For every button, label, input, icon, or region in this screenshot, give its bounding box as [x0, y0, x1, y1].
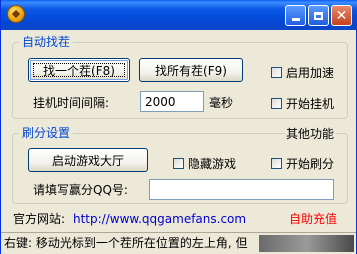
website-link[interactable]: http://www.qqgamefans.com [73, 212, 246, 226]
minimize-icon [291, 18, 300, 21]
start-autoplay-checkbox[interactable]: 开始挂机 [271, 95, 334, 112]
interval-unit: 毫秒 [209, 96, 234, 110]
hide-game-label: 隐藏游戏 [188, 157, 237, 171]
close-button[interactable]: ✕ [331, 5, 352, 26]
title-bar[interactable]: ✕ [1, 0, 357, 30]
find-all-button-label: 找所有茬(F9) [155, 63, 227, 78]
maximize-icon [314, 11, 323, 20]
interval-input[interactable] [140, 91, 204, 112]
find-one-button[interactable]: 找一个茬(F8) [28, 58, 130, 82]
qq-label: 请填写赢分QQ号: [33, 183, 128, 197]
score-settings-legend: 刷分设置 [22, 126, 71, 140]
start-scoring-checkbox[interactable]: 开始刷分 [271, 155, 334, 172]
recharge-link[interactable]: 自助充值 [289, 212, 337, 226]
auto-find-legend: 自动找茬 [22, 35, 71, 49]
hide-game-checkbox[interactable]: 隐藏游戏 [173, 155, 236, 172]
website-label: 官方网站: [13, 212, 66, 226]
app-window: ✕ 自动找茬 找一个茬(F8) 找所有茬(F9) 启用加速 挂机时间间隔: 毫秒… [0, 0, 357, 254]
enable-speedup-checkbox[interactable]: 启用加速 [271, 64, 334, 81]
checkbox-box[interactable] [271, 158, 282, 169]
status-message: 右键: 移动光标到一个茬所在位置的左上角, 但 [4, 236, 248, 250]
minimize-button[interactable] [285, 5, 306, 26]
find-all-button[interactable]: 找所有茬(F9) [139, 58, 243, 82]
status-bar: 右键: 移动光标到一个茬所在位置的左上角, 但 [1, 232, 356, 254]
status-bar-overlay [259, 235, 354, 252]
checkbox-box[interactable] [271, 67, 282, 78]
checkbox-box[interactable] [173, 158, 184, 169]
interval-label: 挂机时间间隔: [33, 96, 110, 110]
close-icon: ✕ [335, 7, 348, 24]
checkbox-box[interactable] [271, 98, 282, 109]
start-autoplay-label: 开始挂机 [286, 97, 335, 111]
launch-lobby-button-label: 启动游戏大厅 [51, 153, 124, 168]
start-scoring-label: 开始刷分 [286, 157, 335, 171]
qq-input[interactable] [149, 179, 334, 200]
enable-speedup-label: 启用加速 [286, 66, 335, 80]
maximize-button[interactable] [308, 5, 329, 26]
find-one-button-label: 找一个茬(F8) [43, 63, 115, 78]
launch-lobby-button[interactable]: 启动游戏大厅 [28, 148, 148, 172]
other-functions-label: 其他功能 [284, 127, 337, 141]
app-coin-icon [7, 5, 25, 23]
